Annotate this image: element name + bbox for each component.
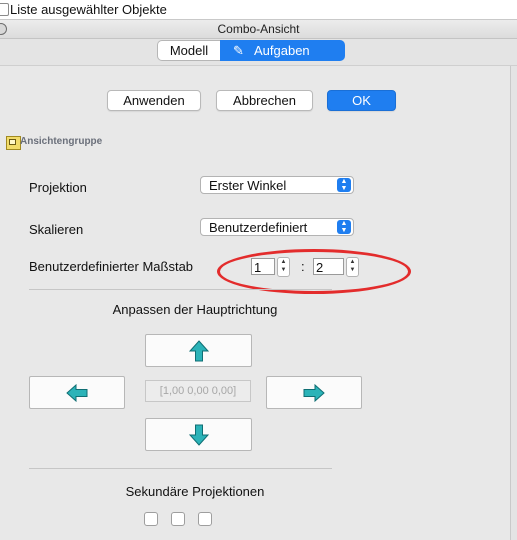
tab-modell[interactable]: Modell <box>157 40 220 61</box>
custom-scale-label: Benutzerdefinierter Maßstab <box>29 259 194 274</box>
cancel-button[interactable]: Abbrechen <box>216 90 313 111</box>
scale-select[interactable]: Benutzerdefiniert ▲ ▼ <box>200 218 354 236</box>
secondary-projections-title: Sekundäre Projektionen <box>125 484 265 499</box>
secondary-projection-checkbox[interactable] <box>171 512 185 526</box>
pencil-icon: ✎ <box>233 43 244 58</box>
apply-button[interactable]: Anwenden <box>107 90 201 111</box>
projection-value: Erster Winkel <box>209 178 287 193</box>
arrow-down-button[interactable] <box>145 418 252 451</box>
arrow-right-icon <box>303 383 325 402</box>
scale-label: Skalieren <box>29 222 84 237</box>
secondary-projection-checkbox[interactable] <box>198 512 212 526</box>
ok-button[interactable]: OK <box>327 90 396 111</box>
selection-list-title: Liste ausgewählter Objekte <box>10 2 167 17</box>
view-group-icon <box>6 136 21 150</box>
projection-label: Projektion <box>29 180 87 195</box>
window-title: Combo-Ansicht <box>217 22 300 36</box>
arrow-left-button[interactable] <box>29 376 125 409</box>
chevron-updown-icon: ▲ ▼ <box>337 220 351 234</box>
tab-aufgaben[interactable]: ✎ Aufgaben <box>220 40 345 61</box>
arrow-up-icon <box>188 339 209 361</box>
secondary-projection-checkbox[interactable] <box>144 512 158 526</box>
divider <box>29 468 332 469</box>
chevron-updown-icon: ▲ ▼ <box>337 178 351 192</box>
tab-bar: Modell ✎ Aufgaben <box>0 39 517 66</box>
direction-vector-display: [1,00 0,00 0,00] <box>145 380 251 402</box>
highlight-annotation-ellipse <box>217 249 411 294</box>
tab-aufgaben-label: Aufgaben <box>254 43 310 58</box>
arrow-right-button[interactable] <box>266 376 362 409</box>
projection-select[interactable]: Erster Winkel ▲ ▼ <box>200 176 354 194</box>
arrow-down-icon <box>188 424 209 446</box>
tasks-panel: Anwenden Abbrechen OK Ansichtengruppe Pr… <box>0 66 511 540</box>
divider <box>29 289 332 290</box>
group-title: Ansichtengruppe <box>20 136 103 147</box>
scale-value: Benutzerdefiniert <box>209 220 308 235</box>
combo-view-titlebar: Combo-Ansicht <box>0 20 517 39</box>
selection-list-checkbox[interactable] <box>0 3 9 16</box>
arrow-left-icon <box>66 383 88 402</box>
selection-list-header: Liste ausgewählter Objekte <box>0 0 517 20</box>
arrow-up-button[interactable] <box>145 334 252 367</box>
direction-title: Anpassen der Hauptrichtung <box>112 302 278 317</box>
